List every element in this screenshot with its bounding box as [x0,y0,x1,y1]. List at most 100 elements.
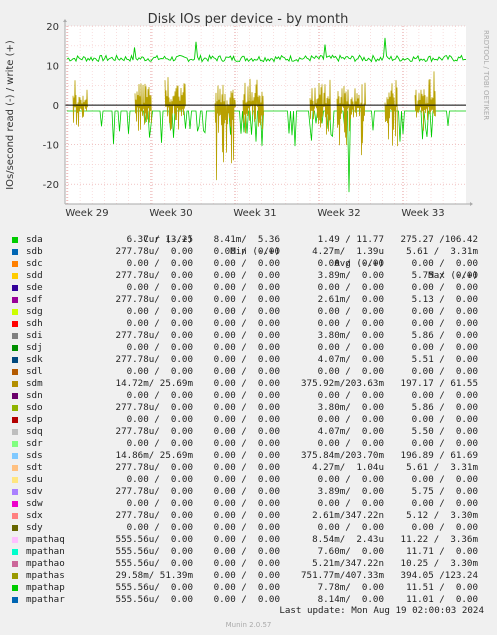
legend-swatch [12,405,18,411]
legend-swatch [12,561,18,567]
y-tick-label: -20 [43,180,59,191]
legend-row: sdn 0.00 / 0.00 0.00 / 0.00 0.00 / 0.00 0.00… [12,390,490,402]
legend-device-name: sdc [26,258,43,269]
legend-row: sdl 0.00 / 0.00 0.00 / 0.00 0.00 / 0.00 0.00… [12,366,490,378]
legend-cur: 0.00 / 0.00 [126,498,193,509]
legend-device-name: sdn [26,390,43,401]
legend-avg: 1.49 / 11.77 [317,234,384,245]
legend-avg: 2.61m/ 0.00 [317,294,384,305]
legend-swatch [12,249,18,255]
legend-avg: 751.77m/407.33m [301,570,384,581]
chart: 20 10 0 -10 -20 Week 29 Week 30 Week 31 Week 32 W… [5,12,490,219]
legend: Cur (-/+) Min (-/+) Avg (-/+) Max (-/+) … [12,222,490,606]
legend-header: Cur (-/+) Min (-/+) Avg (-/+) Max (-/+) [12,222,490,281]
legend-avg: 2.61m/347.22n [312,510,384,521]
legend-cur: 277.78u/ 0.00 [115,510,193,521]
legend-row: sdr 0.00 / 0.00 0.00 / 0.00 0.00 / 0.00 0.00… [12,438,490,450]
legend-min: 8.41m/ 5.36 [213,234,280,245]
legend-device-name: sdd [26,270,43,281]
legend-row: sdj 0.00 / 0.00 0.00 / 0.00 0.00 / 0.00 0.00… [12,342,490,354]
legend-row: sdo 277.78u/ 0.00 0.00 / 0.00 3.80m/ 0.00 5.… [12,402,490,414]
legend-max: 0.00 / 0.00 [411,498,478,509]
legend-max: 5.13 / 0.00 [411,294,478,305]
legend-swatch [12,501,18,507]
legend-swatch [12,537,18,543]
legend-cur: 555.56u/ 0.00 [115,546,193,557]
legend-row: mpathao 555.56u/ 0.00 0.00 / 0.00 5.21m/347… [12,558,490,570]
legend-min: 0.00 / 0.00 [213,462,280,473]
legend-min: 0.00 / 0.00 [213,342,280,353]
legend-min: 0.00 / 0.00 [213,330,280,341]
legend-row: sdk 277.78u/ 0.00 0.00 / 0.00 4.07m/ 0.00 5.… [12,354,490,366]
legend-swatch [12,453,18,459]
legend-swatch [12,381,18,387]
legend-row: sdc 0.00 / 0.00 0.00 / 0.00 0.00 / 0.00 0.00… [12,258,490,270]
legend-swatch [12,285,18,291]
legend-row: sdp 0.00 / 0.00 0.00 / 0.00 0.00 / 0.00 0.00… [12,414,490,426]
legend-cur: 277.78u/ 0.00 [115,270,193,281]
legend-device-name: sdf [26,294,43,305]
legend-min: 0.00 / 0.00 [213,486,280,497]
legend-cur: 0.00 / 0.00 [126,306,193,317]
legend-cur: 277.78u/ 0.00 [115,402,193,413]
legend-row: sdf 277.78u/ 0.00 0.00 / 0.00 2.61m/ 0.00 5.… [12,294,490,306]
legend-device-name: mpathas [26,570,65,581]
legend-swatch [12,357,18,363]
legend-avg: 0.00 / 0.00 [317,438,384,449]
x-tick-label: Week 31 [233,208,276,219]
legend-cur: 0.00 / 0.00 [126,366,193,377]
legend-max: 5.75 / 0.00 [411,270,478,281]
legend-swatch [12,489,18,495]
legend-avg: 3.80m/ 0.00 [317,402,384,413]
legend-swatch [12,333,18,339]
legend-device-name: sdr [26,438,43,449]
legend-min: 0.00 / 0.00 [213,426,280,437]
legend-avg: 4.27m/ 1.39u [312,246,384,257]
legend-min: 0.00 / 0.00 [213,378,280,389]
legend-min: 0.00 / 0.00 [213,438,280,449]
legend-cur: 0.00 / 0.00 [126,522,193,533]
legend-cur: 14.72m/ 25.69m [115,378,193,389]
legend-cur: 0.00 / 0.00 [126,318,193,329]
legend-row: sdt 277.78u/ 0.00 0.00 / 0.00 4.27m/ 1.04u 5… [12,462,490,474]
legend-min: 0.00 / 0.00 [213,498,280,509]
legend-swatch [12,261,18,267]
plot-area [65,26,466,204]
legend-row: sdg 0.00 / 0.00 0.00 / 0.00 0.00 / 0.00 0.00… [12,306,490,318]
last-update: Last update: Mon Aug 19 02:00:03 2024 [279,605,484,616]
legend-device-name: sdm [26,378,43,389]
legend-max: 0.00 / 0.00 [411,438,478,449]
legend-min: 0.00 / 0.00 [213,354,280,365]
legend-swatch [12,321,18,327]
y-tick-label: -10 [43,141,59,152]
legend-max: 11.22 / 3.36m [400,534,478,545]
legend-max: 5.61 / 3.31m [406,462,478,473]
munin-version: Munin 2.0.57 [225,621,272,629]
legend-max: 0.00 / 0.00 [411,318,478,329]
legend-rows: sda 6.37 / 13.25 8.41m/ 5.36 1.49 / 11.77 27… [12,234,490,606]
legend-avg: 0.00 / 0.00 [317,342,384,353]
legend-max: 0.00 / 0.00 [411,522,478,533]
legend-row: sdu 0.00 / 0.00 0.00 / 0.00 0.00 / 0.00 0.00… [12,474,490,486]
legend-min: 0.00 / 0.00 [213,402,280,413]
legend-device-name: sdy [26,522,43,533]
legend-device-name: sdg [26,306,43,317]
legend-avg: 375.84m/203.70m [301,450,384,461]
legend-cur: 277.78u/ 0.00 [115,294,193,305]
legend-min: 0.00 / 0.00 [213,558,280,569]
legend-cur: 0.00 / 0.00 [126,414,193,425]
legend-avg: 0.00 / 0.00 [317,306,384,317]
legend-cur: 277.78u/ 0.00 [115,246,193,257]
y-axis-arrow [63,19,67,22]
legend-row: mpathaq 555.56u/ 0.00 0.00 / 0.00 8.54m/ 2.… [12,534,490,546]
legend-max: 0.00 / 0.00 [411,366,478,377]
legend-swatch [12,237,18,243]
legend-device-name: sdl [26,366,43,377]
legend-min: 0.00 / 0.00 [213,570,280,581]
legend-avg: 4.07m/ 0.00 [317,354,384,365]
legend-min: 0.00 / 0.00 [213,534,280,545]
legend-swatch [12,573,18,579]
y-axis-label: IOs/second read (-) / write (+) [5,40,16,190]
legend-swatch [12,549,18,555]
legend-max: 5.12 / 3.30m [406,510,478,521]
